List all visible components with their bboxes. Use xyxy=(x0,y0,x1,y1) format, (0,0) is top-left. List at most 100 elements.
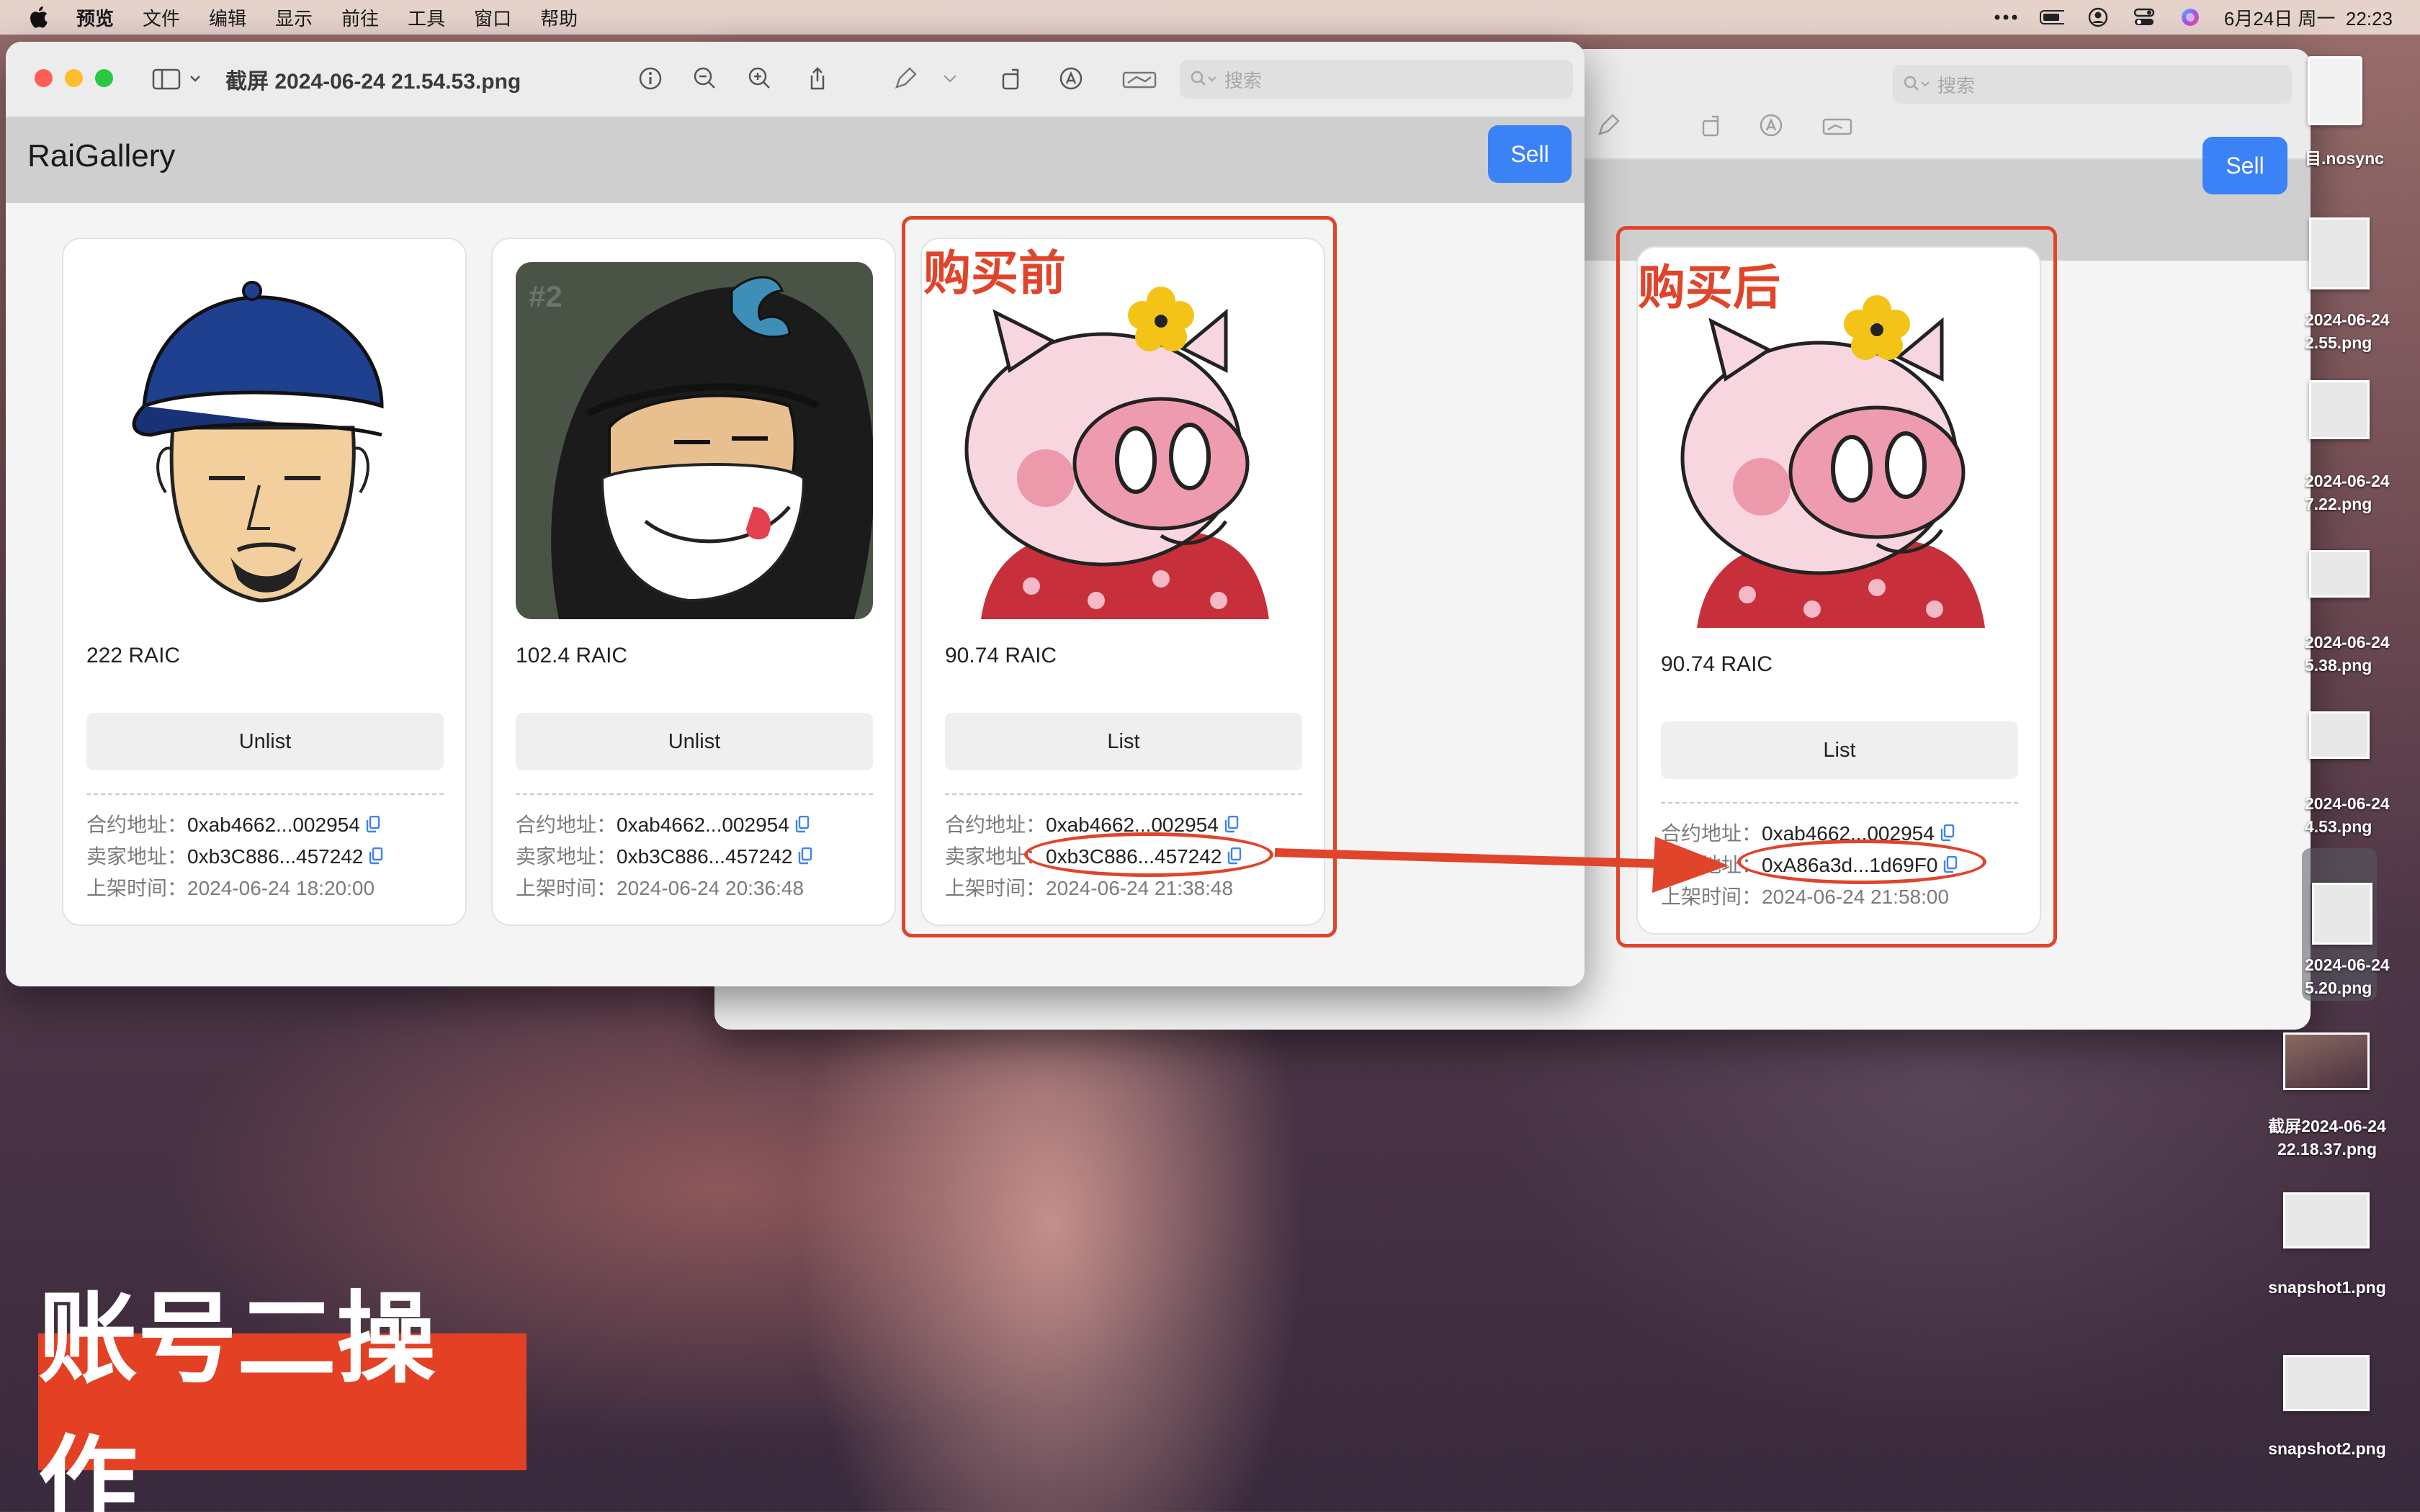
copy-icon[interactable] xyxy=(366,815,380,833)
separator xyxy=(516,793,873,795)
account-two-stamp: 账号二操作 xyxy=(38,1281,526,1512)
seller-label: 卖家地址： xyxy=(516,845,617,868)
time-label: 上架时间： xyxy=(86,877,188,899)
sell-button[interactable]: Sell xyxy=(1488,125,1572,183)
time-label: 上架时间： xyxy=(516,877,617,899)
file-thumbnail xyxy=(2309,380,2370,439)
back-sell-button[interactable]: Sell xyxy=(2202,137,2287,194)
separator xyxy=(86,793,444,795)
info-icon[interactable] xyxy=(634,62,667,95)
menu-file[interactable]: 文件 xyxy=(143,4,180,31)
annotate-icon[interactable] xyxy=(1754,109,1788,142)
file-name: 2024-06-24 2.55.png xyxy=(2305,310,2390,352)
file-name: 2024-06-24 5.38.png xyxy=(2305,633,2390,675)
file-name: snapshot2.png xyxy=(2268,1439,2386,1458)
app-title: RaiGallery xyxy=(27,138,176,174)
menu-help[interactable]: 帮助 xyxy=(540,4,578,31)
rotate-icon[interactable] xyxy=(1695,109,1729,142)
file-name: 2024-06-24 7.22.png xyxy=(2305,472,2390,513)
traffic-lights xyxy=(35,69,113,87)
markup-pen-icon[interactable] xyxy=(1592,109,1625,142)
listed-time: 2024-06-24 18:20:00 xyxy=(187,877,375,899)
annotate-icon[interactable] xyxy=(1054,62,1088,95)
minimize-button[interactable] xyxy=(65,69,83,87)
siri-icon[interactable] xyxy=(2178,8,2202,27)
search-placeholder: 搜索 xyxy=(1224,69,1263,91)
battery-icon[interactable] xyxy=(2039,8,2064,27)
back-window-edge xyxy=(1590,56,1592,58)
document-title: 截屏 2024-06-24 21.54.53.png xyxy=(225,70,521,94)
back-search-placeholder: 搜索 xyxy=(1937,74,1976,96)
arrow-annotation xyxy=(1274,837,1729,893)
rotate-icon[interactable] xyxy=(995,62,1028,95)
file-thumbnail xyxy=(2309,217,2370,289)
contract-address: 0xab4662...002954 xyxy=(617,814,789,836)
file-thumbnail xyxy=(2283,1032,2370,1090)
time-row: 上架时间：2024-06-24 20:36:48 xyxy=(516,873,804,901)
clock[interactable]: 6月24日 周一 22:23 xyxy=(2224,4,2393,31)
copy-icon[interactable] xyxy=(798,847,812,865)
zoom-button[interactable] xyxy=(95,69,113,87)
copy-icon[interactable] xyxy=(369,847,383,865)
contract-label: 合约地址： xyxy=(516,814,617,836)
file-thumbnail xyxy=(2283,1192,2370,1248)
nft-2-badge: #2 xyxy=(529,279,563,313)
contract-row: 合约地址：0xab4662...002954 xyxy=(516,809,810,838)
apple-menu-icon[interactable] xyxy=(27,5,52,30)
listed-time: 2024-06-24 20:36:48 xyxy=(617,877,805,899)
hooded-man-nft-image[interactable]: #2 xyxy=(516,262,873,619)
after-purchase-label: 购买后 xyxy=(1638,260,1780,315)
zoom-in-icon[interactable] xyxy=(743,62,776,95)
file-thumbnail xyxy=(2309,711,2370,759)
file-thumbnail xyxy=(2312,883,2372,945)
desktop-file-screenshot-5[interactable]: 2024-06-24 5.20.png xyxy=(2302,848,2390,1001)
after-seller-circle xyxy=(1737,840,1986,884)
close-button[interactable] xyxy=(35,69,53,87)
cap-man-nft-image[interactable] xyxy=(86,262,444,619)
file-thumbnail xyxy=(2283,1355,2370,1411)
share-icon[interactable] xyxy=(801,62,834,95)
unlist-button[interactable]: Unlist xyxy=(86,713,444,770)
copy-icon[interactable] xyxy=(795,815,810,833)
nft-card-2: #2 102.4 RAIC Unlist 合约地址：0xab4662...002… xyxy=(491,238,896,926)
seller-row: 卖家地址：0xb3C886...457242 xyxy=(86,841,383,870)
unlist-button[interactable]: Unlist xyxy=(516,713,873,770)
time-row: 上架时间：2024-06-24 18:20:00 xyxy=(86,873,375,901)
markup-pen-icon[interactable] xyxy=(889,62,922,95)
file-thumbnail xyxy=(2309,550,2370,598)
seller-address: 0xb3C886...457242 xyxy=(187,845,364,868)
signature-icon[interactable] xyxy=(1119,62,1160,95)
file-name: 截屏2024-06-24 22.18.37.png xyxy=(2268,1117,2386,1158)
file-name: snapshot1.png xyxy=(2268,1278,2386,1297)
menu-preview[interactable]: 预览 xyxy=(76,4,114,31)
card-1-price: 222 RAIC xyxy=(86,644,181,667)
menu-view[interactable]: 显示 xyxy=(275,4,313,31)
chevron-down-icon[interactable] xyxy=(939,62,961,95)
card-2-price: 102.4 RAIC xyxy=(516,644,628,667)
zoom-out-icon[interactable] xyxy=(689,62,722,95)
search-icon xyxy=(1191,71,1216,86)
contract-label: 合约地址： xyxy=(86,814,188,836)
sidebar-toggle-icon[interactable] xyxy=(147,62,212,95)
menu-window[interactable]: 窗口 xyxy=(474,4,511,31)
seller-label: 卖家地址： xyxy=(86,845,188,868)
before-seller-circle xyxy=(1024,832,1273,877)
menu-go[interactable]: 前往 xyxy=(341,4,379,31)
contract-address: 0xab4662...002954 xyxy=(187,814,360,836)
file-name: 2024-06-24 4.53.png xyxy=(2305,794,2390,836)
back-search-field[interactable]: 搜索 xyxy=(1893,65,2292,104)
search-icon xyxy=(1904,76,1930,91)
more-icon[interactable] xyxy=(1994,8,2018,27)
nft-card-1: 222 RAIC Unlist 合约地址：0xab4662...002954 卖… xyxy=(62,238,467,926)
signature-icon[interactable] xyxy=(1821,109,1854,142)
app-header xyxy=(6,117,1585,203)
menu-tools[interactable]: 工具 xyxy=(408,4,445,31)
contract-row: 合约地址：0xab4662...002954 xyxy=(86,809,380,838)
search-field[interactable]: 搜索 xyxy=(1180,60,1573,99)
menu-edit[interactable]: 编辑 xyxy=(209,4,246,31)
user-icon[interactable] xyxy=(2086,7,2110,27)
seller-address: 0xb3C886...457242 xyxy=(617,845,793,868)
menu-bar: 预览 文件 编辑 显示 前往 工具 窗口 帮助 6月24日 周一 22:23 xyxy=(0,0,2420,35)
file-icon xyxy=(2308,56,2362,125)
control-center-icon[interactable] xyxy=(2132,8,2156,27)
